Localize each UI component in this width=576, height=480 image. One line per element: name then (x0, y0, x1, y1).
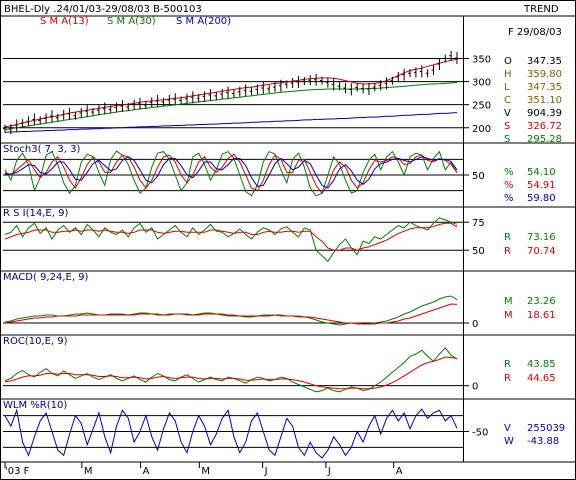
sma30-readout-label: S (504, 134, 510, 145)
rsi-value: 73.16 (527, 232, 556, 243)
trend-label: TREND (523, 4, 559, 15)
roc-signal-value: 44.65 (527, 373, 556, 384)
volume-label: V (504, 108, 511, 119)
sma13-readout-label: S (504, 121, 510, 132)
open-label: O (504, 56, 512, 67)
legend-sma30: S M A(30) (107, 16, 156, 27)
ytick-label-3-0: 0 (472, 319, 478, 330)
open-value: 347.35 (527, 56, 562, 67)
stoch-s-label: % (504, 193, 514, 204)
williams-w-label: W (504, 436, 514, 447)
macd-signal-value: 18.61 (527, 310, 556, 321)
rsi-signal-value: 70.74 (527, 246, 556, 257)
price-date-readout: F 29/08/03 (508, 27, 562, 38)
rsi-label: R (504, 232, 511, 243)
williams-w-value: -43.88 (527, 436, 559, 447)
legend-sma13: S M A(13) (40, 16, 89, 27)
ytick-label-0-2: 250 (472, 101, 491, 112)
xtick-label-6: A (396, 466, 403, 477)
ytick-label-1-0: 50 (472, 171, 485, 182)
roc-value: 43.85 (527, 359, 556, 370)
outer-frame (0, 0, 576, 480)
stoch-title: Stoch3( 7, 3, 3) (3, 144, 80, 155)
williams-v-label: V (504, 423, 511, 434)
volume-value: 904.39 (527, 108, 562, 119)
williams-title: WLM %R(10) (3, 400, 67, 411)
macd-signal-label: M (504, 310, 513, 321)
ytick-label-0-1: 300 (472, 78, 491, 89)
macd-value: 23.26 (527, 296, 556, 307)
sma13-readout-value: 326.72 (527, 121, 562, 132)
legend-sma200: S M A(200) (176, 16, 231, 27)
xtick-label-4: J (264, 466, 268, 477)
xtick-label-3: M (201, 466, 210, 477)
ytick-label-0-3: 200 (472, 124, 491, 135)
macd-label: M (504, 296, 513, 307)
high-label: H (504, 69, 512, 80)
ytick-label-2-1: 50 (472, 246, 485, 257)
stoch-k-value: 54.10 (527, 167, 556, 178)
chart-header-title: BHEL-Dly .24/01/03-29/08/03 B-500103 (4, 4, 202, 15)
xtick-label-1: M (84, 466, 93, 477)
stoch-s-value: 59.80 (527, 193, 556, 204)
stoch-d-value: 54.91 (527, 180, 556, 191)
high-value: 359.80 (527, 69, 562, 80)
sma30-readout-value: 295.28 (527, 134, 562, 145)
williams-v-value: 255039 (527, 423, 565, 434)
stoch-k-label: % (504, 167, 514, 178)
close-label: C (504, 95, 511, 106)
roc-title: ROC(10,E, 9) (3, 336, 68, 347)
rsi-title: R S I(14,E, 9) (3, 208, 68, 219)
xtick-label-0: '03 F (5, 466, 30, 477)
ytick-label-4-0: 0 (472, 382, 478, 393)
xtick-label-2: A (143, 466, 150, 477)
rsi-signal-label: R (504, 246, 511, 257)
stoch-d-label: % (504, 180, 514, 191)
low-value: 347.35 (527, 82, 562, 93)
roc-label: R (504, 359, 511, 370)
close-value: 351.10 (527, 95, 562, 106)
xtick-label-5: J (327, 466, 331, 477)
technical-chart: BHEL-Dly .24/01/03-29/08/03 B-500103 TRE… (0, 0, 576, 480)
ytick-label-5-0: -50 (472, 428, 488, 439)
macd-title: MACD( 9,24,E, 9) (3, 272, 89, 283)
roc-signal-label: R (504, 373, 511, 384)
ytick-label-2-0: 75 (472, 218, 485, 229)
low-label: L (504, 82, 510, 93)
ytick-label-0-0: 350 (472, 54, 491, 65)
